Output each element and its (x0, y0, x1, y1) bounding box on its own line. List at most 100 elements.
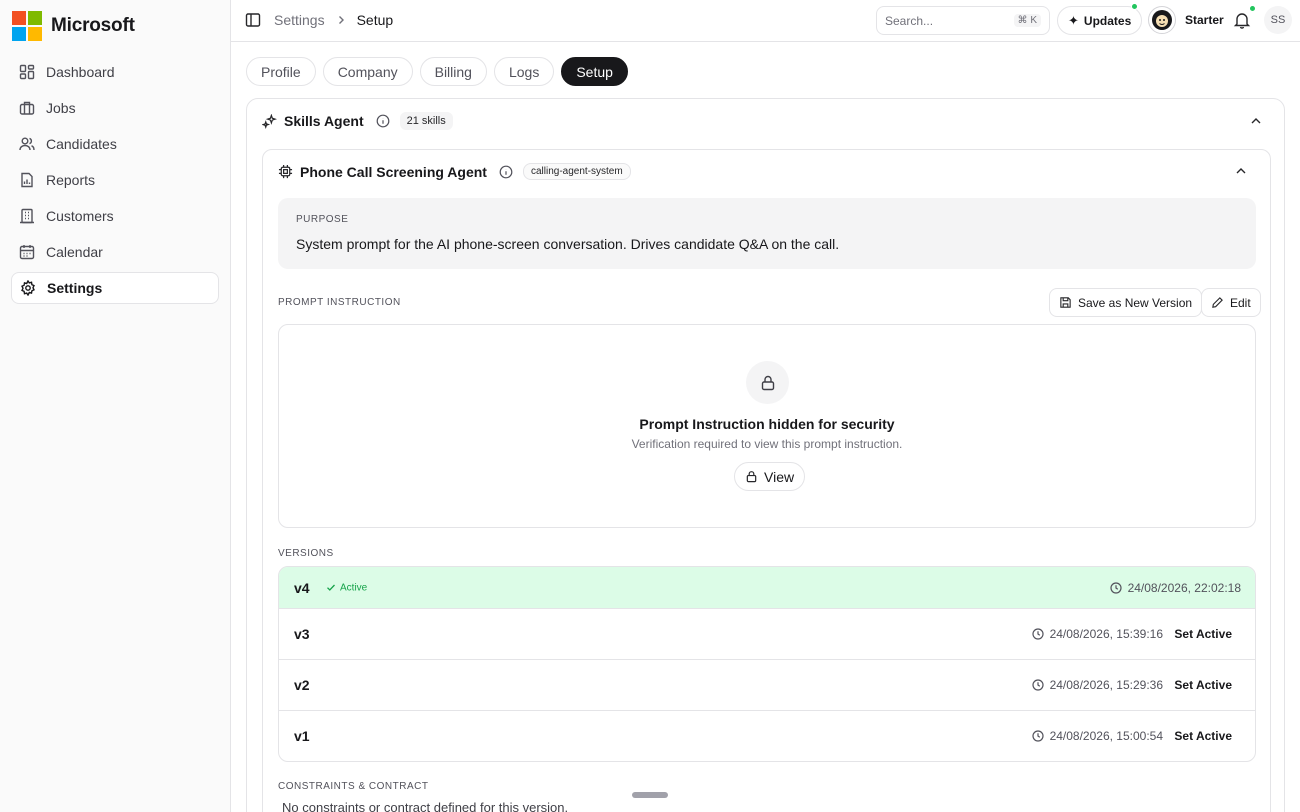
purpose-text: System prompt for the AI phone-screen co… (296, 236, 840, 252)
plan-label: Starter (1185, 13, 1224, 27)
dashboard-icon (19, 64, 35, 80)
search-input[interactable] (885, 13, 1014, 28)
pencil-icon (1212, 297, 1223, 308)
clock-icon (1031, 679, 1044, 691)
check-icon (327, 584, 335, 591)
sidebar: Microsoft Dashboard Jobs Candidates Repo… (0, 0, 231, 812)
save-new-version-label: Save as New Version (1078, 295, 1193, 310)
search-box[interactable]: ⌘ K (876, 6, 1050, 35)
set-active-button[interactable]: Set Active (1174, 627, 1232, 641)
locked-title: Prompt Instruction hidden for security (639, 416, 895, 432)
view-prompt-button[interactable]: View (734, 462, 806, 491)
agent-title: Phone Call Screening Agent (300, 163, 487, 180)
save-new-version-button[interactable]: Save as New Version (1049, 288, 1203, 317)
constraints-label: CONSTRAINTS & CONTRACT (278, 781, 429, 792)
skills-count-badge: 21 skills (399, 112, 453, 130)
sidebar-item-label: Dashboard (46, 64, 115, 80)
timestamp-text: 24/08/2026, 15:39:16 (1049, 627, 1163, 641)
user-initials-avatar[interactable]: SS (1264, 6, 1292, 34)
save-icon (1060, 297, 1071, 308)
sparkles-icon (262, 113, 277, 129)
clock-icon (1031, 730, 1044, 742)
timestamp-text: 24/08/2026, 22:02:18 (1127, 580, 1241, 595)
tab-setup[interactable]: Setup (561, 57, 628, 86)
search-shortcut: ⌘ K (1013, 14, 1041, 27)
active-label: Active (340, 582, 368, 593)
briefcase-icon (19, 101, 35, 115)
chevron-up-icon[interactable] (1249, 114, 1263, 128)
sidebar-nav: Dashboard Jobs Candidates Reports Custom… (11, 56, 219, 308)
sidebar-item-label: Reports (46, 172, 96, 188)
version-row-v3[interactable]: v3 24/08/2026, 15:39:16 Set Active (279, 608, 1255, 659)
sidebar-item-label: Settings (47, 280, 103, 296)
skills-agent-card: Skills Agent 21 skills Phone Call Screen… (246, 98, 1285, 812)
version-timestamp: 24/08/2026, 22:02:18 (1109, 580, 1241, 595)
purpose-label: PURPOSE (296, 214, 349, 225)
lock-icon (746, 361, 789, 404)
skills-agent-header: Skills Agent 21 skills (262, 112, 453, 130)
sidebar-item-customers[interactable]: Customers (11, 200, 219, 232)
set-active-button[interactable]: Set Active (1174, 678, 1232, 692)
agent-id-badge: calling-agent-system (522, 163, 631, 180)
bell-icon[interactable] (1233, 11, 1251, 29)
avatar (1148, 6, 1176, 34)
phone-agent-header: Phone Call Screening Agent calling-agent… (278, 163, 631, 180)
view-label: View (764, 468, 795, 485)
brand[interactable]: Microsoft (12, 11, 135, 41)
timestamp-text: 24/08/2026, 15:29:36 (1049, 678, 1163, 692)
sidebar-item-candidates[interactable]: Candidates (11, 128, 219, 160)
building-icon (20, 208, 34, 224)
clock-icon (1031, 628, 1044, 640)
sidebar-toggle-icon[interactable] (245, 12, 261, 28)
microsoft-logo-icon (12, 11, 42, 41)
tab-logs[interactable]: Logs (493, 57, 555, 86)
lock-icon (746, 471, 757, 483)
version-name: v1 (294, 728, 310, 744)
chevron-right-icon (335, 14, 347, 26)
breadcrumb-setup: Setup (356, 12, 394, 28)
version-timestamp: 24/08/2026, 15:39:16 (1031, 627, 1163, 641)
tab-company[interactable]: Company (322, 57, 413, 86)
edit-button[interactable]: Edit (1201, 288, 1261, 317)
sidebar-item-dashboard[interactable]: Dashboard (11, 56, 219, 88)
notification-dot (1249, 5, 1256, 12)
sidebar-item-jobs[interactable]: Jobs (11, 92, 219, 124)
prompt-locked-panel: Prompt Instruction hidden for security V… (278, 324, 1256, 528)
sidebar-item-calendar[interactable]: Calendar (11, 236, 219, 268)
account-menu[interactable]: Starter (1148, 6, 1224, 34)
info-icon[interactable] (499, 165, 513, 179)
clock-icon (1109, 581, 1122, 594)
version-row-v4[interactable]: v4 Active 24/08/2026, 22:02:18 (279, 567, 1255, 608)
settings-tabs: Profile Company Billing Logs Setup (246, 57, 635, 86)
sidebar-item-label: Candidates (46, 136, 117, 152)
version-name: v3 (294, 626, 310, 642)
sidebar-item-settings[interactable]: Settings (11, 272, 219, 304)
version-name: v4 (294, 579, 310, 596)
version-row-v2[interactable]: v2 24/08/2026, 15:29:36 Set Active (279, 659, 1255, 710)
breadcrumb-settings[interactable]: Settings (274, 12, 325, 28)
tab-profile[interactable]: Profile (246, 57, 316, 86)
brand-name: Microsoft (51, 15, 135, 36)
active-status: Active (326, 582, 367, 593)
chevron-up-icon[interactable] (1234, 164, 1248, 178)
updates-button[interactable]: ✦ Updates (1057, 6, 1143, 35)
constraints-text: No constraints or contract defined for t… (282, 800, 569, 812)
edit-label: Edit (1230, 295, 1251, 310)
scroll-handle[interactable] (632, 792, 668, 798)
versions-label: VERSIONS (278, 548, 334, 559)
updates-status-dot (1131, 3, 1138, 10)
timestamp-text: 24/08/2026, 15:00:54 (1049, 729, 1163, 743)
prompt-instruction-label: PROMPT INSTRUCTION (278, 297, 401, 308)
users-icon (19, 137, 35, 151)
versions-list: v4 Active 24/08/2026, 22:02:18 v3 24/08/… (278, 566, 1256, 762)
version-timestamp: 24/08/2026, 15:00:54 (1031, 729, 1163, 743)
version-row-v1[interactable]: v1 24/08/2026, 15:00:54 Set Active (279, 710, 1255, 761)
sidebar-item-label: Jobs (46, 100, 76, 116)
sidebar-item-reports[interactable]: Reports (11, 164, 219, 196)
tab-billing[interactable]: Billing (419, 57, 487, 86)
skills-agent-title: Skills Agent (284, 113, 364, 129)
set-active-button[interactable]: Set Active (1174, 729, 1232, 743)
cpu-icon (278, 164, 293, 179)
sidebar-item-label: Customers (46, 208, 114, 224)
info-icon[interactable] (376, 114, 390, 128)
